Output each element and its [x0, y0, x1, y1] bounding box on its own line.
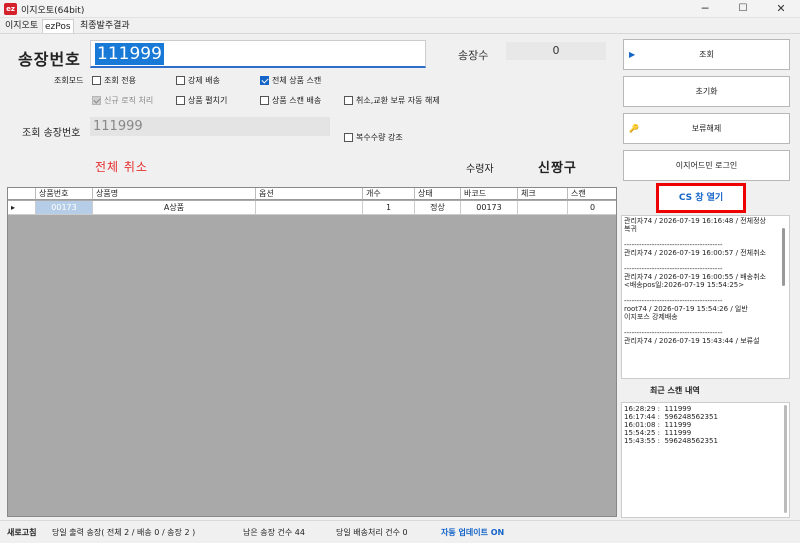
menu-final-order-result[interactable]: 최종발주결과	[78, 19, 132, 33]
key-icon: 🔑	[629, 124, 639, 133]
history-log[interactable]: 관리자74 / 2026-07-19 16:16:48 / 전체정상복귀 ---…	[621, 215, 790, 379]
lookup-only-label: 조회 전용	[104, 76, 136, 85]
search-button-label: 조회	[699, 50, 714, 59]
cell-product-name[interactable]: A상품	[93, 201, 256, 215]
cs-open-button[interactable]: CS 창 열기	[656, 183, 746, 213]
cell-option[interactable]	[256, 201, 363, 215]
scan-all-products-label: 전체 상품 스캔	[272, 76, 322, 85]
recent-scan-title: 최근 스캔 내역	[650, 386, 700, 395]
cancel-all-button[interactable]: 전체 취소	[95, 158, 148, 175]
cell-product-no[interactable]: 00173	[36, 201, 93, 215]
invoice-count-label: 송장수	[458, 49, 489, 62]
search-button[interactable]: ▶ 조회	[623, 39, 790, 70]
expand-products-label: 상품 펼치기	[188, 96, 228, 105]
grid-header-product-no[interactable]: 상품번호	[36, 188, 93, 200]
auto-release-hold-checkbox[interactable]	[344, 96, 353, 105]
invoice-count-value: 0	[506, 42, 606, 60]
cell-barcode[interactable]: 00173	[461, 201, 518, 215]
expand-products-checkbox[interactable]	[176, 96, 185, 105]
force-ship-checkbox[interactable]	[176, 76, 185, 85]
recipient-name: 신짱구	[538, 161, 577, 176]
release-hold-button[interactable]: 🔑 보류해제	[623, 113, 790, 144]
recent-scan-items: 16:28:29 : 111999 16:17:44 : 59624856235…	[624, 405, 718, 445]
mode-label: 조회모드	[54, 76, 84, 85]
product-grid[interactable]: 상품번호 상품명 옵션 개수 상태 바코드 체크 스캔 ▸ 00173 A상품 …	[7, 187, 617, 517]
invoice-label: 송장번호	[18, 50, 81, 69]
lookup-invoice-label: 조회 송장번호	[22, 128, 81, 139]
menu-easyauto[interactable]: 이지오토	[3, 19, 40, 33]
grid-corner	[8, 188, 36, 200]
auto-release-hold-label: 취소,교환 보류 자동 해제	[356, 96, 440, 105]
menu-ezpos[interactable]: ezPos	[42, 19, 74, 33]
window-title: 이지오토(64bit)	[21, 6, 85, 16]
recent-scan-list[interactable]: 16:28:29 : 111999 16:17:44 : 59624856235…	[621, 402, 790, 518]
new-logic-label: 신규 로직 처리	[104, 96, 154, 105]
new-logic-checkbox	[92, 96, 101, 105]
maximize-button[interactable]: ☐	[724, 0, 762, 18]
invoice-input[interactable]: 111999	[90, 40, 426, 68]
multi-qty-highlight-label: 복수수량 강조	[356, 133, 403, 142]
scan-ship-checkbox[interactable]	[260, 96, 269, 105]
recipient-label: 수령자	[466, 164, 494, 175]
multi-qty-highlight-checkbox[interactable]	[344, 133, 353, 142]
grid-header-product-name[interactable]: 상품명	[93, 188, 256, 200]
cell-scan[interactable]: 0	[568, 201, 616, 215]
history-log-text: 관리자74 / 2026-07-19 16:16:48 / 전체정상복귀 ---…	[624, 217, 766, 345]
refresh-link[interactable]: 새로고침	[7, 527, 36, 538]
grid-header-barcode[interactable]: 바코드	[461, 188, 518, 200]
recent-scan-scrollbar[interactable]	[784, 405, 787, 513]
grid-header-check[interactable]: 체크	[518, 188, 568, 200]
auto-update-status[interactable]: 자동 업데이트 ON	[441, 527, 504, 538]
scan-ship-label: 상품 스캔 배송	[272, 96, 322, 105]
scan-all-products-checkbox[interactable]	[260, 76, 269, 85]
lookup-invoice-field: 111999	[90, 117, 330, 136]
release-hold-button-label: 보류해제	[691, 124, 722, 133]
reset-button-label: 초기화	[695, 87, 718, 96]
invoice-input-value[interactable]: 111999	[95, 43, 164, 65]
grid-header-scan[interactable]: 스캔	[568, 188, 616, 200]
today-shipped-status: 당일 배송처리 건수 0	[336, 528, 408, 537]
easyadmin-login-button-label: 이지어드민 로그인	[675, 161, 738, 170]
play-arrow-icon: ▶	[629, 50, 636, 59]
cell-status[interactable]: 정상	[415, 201, 461, 215]
easyadmin-login-button[interactable]: 이지어드민 로그인	[623, 150, 790, 181]
close-button[interactable]: ✕	[762, 0, 800, 18]
history-scrollbar[interactable]	[782, 228, 785, 286]
grid-header-status[interactable]: 상태	[415, 188, 461, 200]
menu-bar: 이지오토 ezPos 최종발주결과	[0, 18, 800, 34]
grid-header-qty[interactable]: 개수	[363, 188, 415, 200]
cell-qty[interactable]: 1	[363, 201, 415, 215]
force-ship-label: 강제 배송	[188, 76, 220, 85]
lookup-only-checkbox[interactable]	[92, 76, 101, 85]
today-output-status: 당일 출력 송장( 전체 2 / 배송 0 / 송장 2 )	[52, 528, 196, 537]
row-indicator[interactable]: ▸	[8, 201, 36, 215]
status-bar: 새로고침 당일 출력 송장( 전체 2 / 배송 0 / 송장 2 ) 남은 송…	[0, 520, 800, 543]
app-logo-icon: ez	[4, 3, 17, 15]
cell-check[interactable]	[518, 201, 568, 215]
reset-button[interactable]: 초기화	[623, 76, 790, 107]
minimize-button[interactable]: ─	[686, 0, 724, 18]
grid-header-option[interactable]: 옵션	[256, 188, 363, 200]
remaining-invoices-status: 남은 송장 건수 44	[243, 528, 305, 537]
title-bar: ez 이지오토(64bit) ─ ☐ ✕	[0, 0, 800, 18]
